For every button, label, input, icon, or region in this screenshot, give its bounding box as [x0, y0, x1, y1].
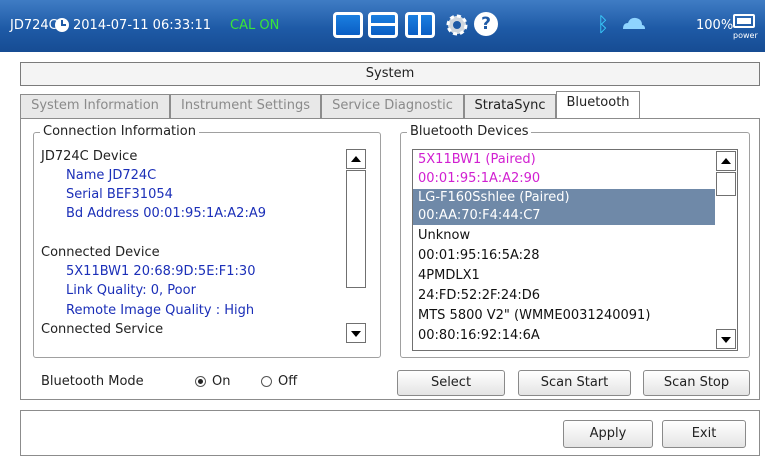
tab-system-information[interactable]: System Information — [20, 94, 170, 118]
device-list-item[interactable]: 4PMDLX1 — [413, 267, 715, 285]
arrow-up-icon — [351, 156, 361, 162]
exit-button[interactable]: Exit — [662, 420, 746, 448]
tab-stratasync[interactable]: StrataSync — [464, 94, 556, 118]
scan-stop-button[interactable]: Scan Stop — [643, 370, 750, 396]
connection-scroll-up-button[interactable] — [346, 149, 366, 169]
devices-scroll-down-button[interactable] — [716, 329, 736, 349]
apply-button[interactable]: Apply — [563, 420, 653, 448]
bluetooth-device-list[interactable]: 5X11BW1 (Paired) 00:01:95:1A:A2:90 LG-F1… — [412, 149, 738, 351]
arrow-down-icon — [721, 337, 731, 343]
bluetooth-off-radio[interactable] — [261, 376, 272, 387]
connected-device-value: 5X11BW1 20:68:9D:5E:F1:30 — [66, 264, 256, 279]
bluetooth-on-label[interactable]: On — [212, 374, 230, 389]
device-name: JD724C — [10, 18, 58, 33]
bluetooth-devices-title: Bluetooth Devices — [407, 124, 532, 139]
connection-scroll-down-button[interactable] — [346, 323, 366, 343]
arrow-down-icon — [351, 331, 361, 337]
bluetooth-off-label[interactable]: Off — [278, 374, 297, 389]
screen-split-v-icon[interactable] — [405, 12, 435, 38]
bluetooth-icon: ᛒ — [597, 12, 609, 36]
select-button[interactable]: Select — [397, 370, 505, 396]
device-list-item[interactable]: 00:80:16:92:14:6A — [413, 327, 715, 345]
arrow-up-icon — [721, 158, 731, 164]
device-list-item[interactable]: 5X11BW1 (Paired) — [413, 151, 715, 169]
screen-split-h-icon[interactable] — [368, 12, 398, 38]
device-list-item-selected[interactable]: 00:AA:70:F4:44:C7 — [413, 207, 715, 225]
devices-scroll-up-button[interactable] — [716, 151, 736, 171]
device-list-item[interactable]: 24:FD:52:2F:24:D6 — [413, 287, 715, 305]
device-serial-value: Serial BEF31054 — [66, 187, 173, 202]
screen-full-icon[interactable] — [333, 12, 363, 38]
device-list-item[interactable]: Unknow — [413, 227, 715, 245]
status-bar: JD724C 2014-07-11 06:33:11 CAL ON ? ᛒ 10… — [0, 0, 765, 52]
connection-scroll-thumb[interactable] — [346, 170, 366, 288]
bluetooth-on-radio[interactable] — [195, 376, 206, 387]
help-icon[interactable]: ? — [474, 12, 498, 36]
connected-service-header: Connected Service — [41, 322, 164, 337]
power-label: power — [733, 31, 758, 40]
connected-device-header: Connected Device — [41, 245, 160, 260]
device-list-item-selected[interactable]: LG-F160Sshlee (Paired) — [413, 189, 715, 207]
remote-image-quality-value: Remote Image Quality : High — [66, 303, 255, 318]
battery-percent: 100% — [696, 18, 734, 33]
datetime: 2014-07-11 06:33:11 — [73, 18, 212, 33]
devices-scroll-thumb[interactable] — [716, 172, 736, 196]
tab-service-diagnostic[interactable]: Service Diagnostic — [321, 94, 464, 118]
device-list-item[interactable]: 00:01:95:16:5A:28 — [413, 247, 715, 265]
scan-start-button[interactable]: Scan Start — [518, 370, 631, 396]
gear-icon[interactable] — [444, 12, 470, 38]
window-title: System — [20, 62, 760, 86]
device-list-item[interactable]: 00:01:95:1A:A2:90 — [413, 170, 715, 188]
device-list-item[interactable]: MTS 5800 V2" (WMME0031240091) — [413, 307, 715, 325]
connection-info-title: Connection Information — [40, 124, 199, 139]
cal-status: CAL ON — [230, 18, 280, 33]
clock-icon — [55, 18, 69, 32]
tab-bluetooth[interactable]: Bluetooth — [556, 91, 640, 118]
link-quality-value: Link Quality: 0, Poor — [66, 283, 196, 298]
tab-instrument-settings[interactable]: Instrument Settings — [170, 94, 321, 118]
bluetooth-mode-label: Bluetooth Mode — [41, 374, 144, 389]
device-header: JD724C Device — [41, 149, 138, 164]
device-bd-address: Bd Address 00:01:95:1A:A2:A9 — [66, 206, 266, 221]
cloud-icon — [623, 17, 645, 29]
device-name-value: Name JD724C — [66, 168, 157, 183]
battery-icon — [733, 14, 755, 28]
